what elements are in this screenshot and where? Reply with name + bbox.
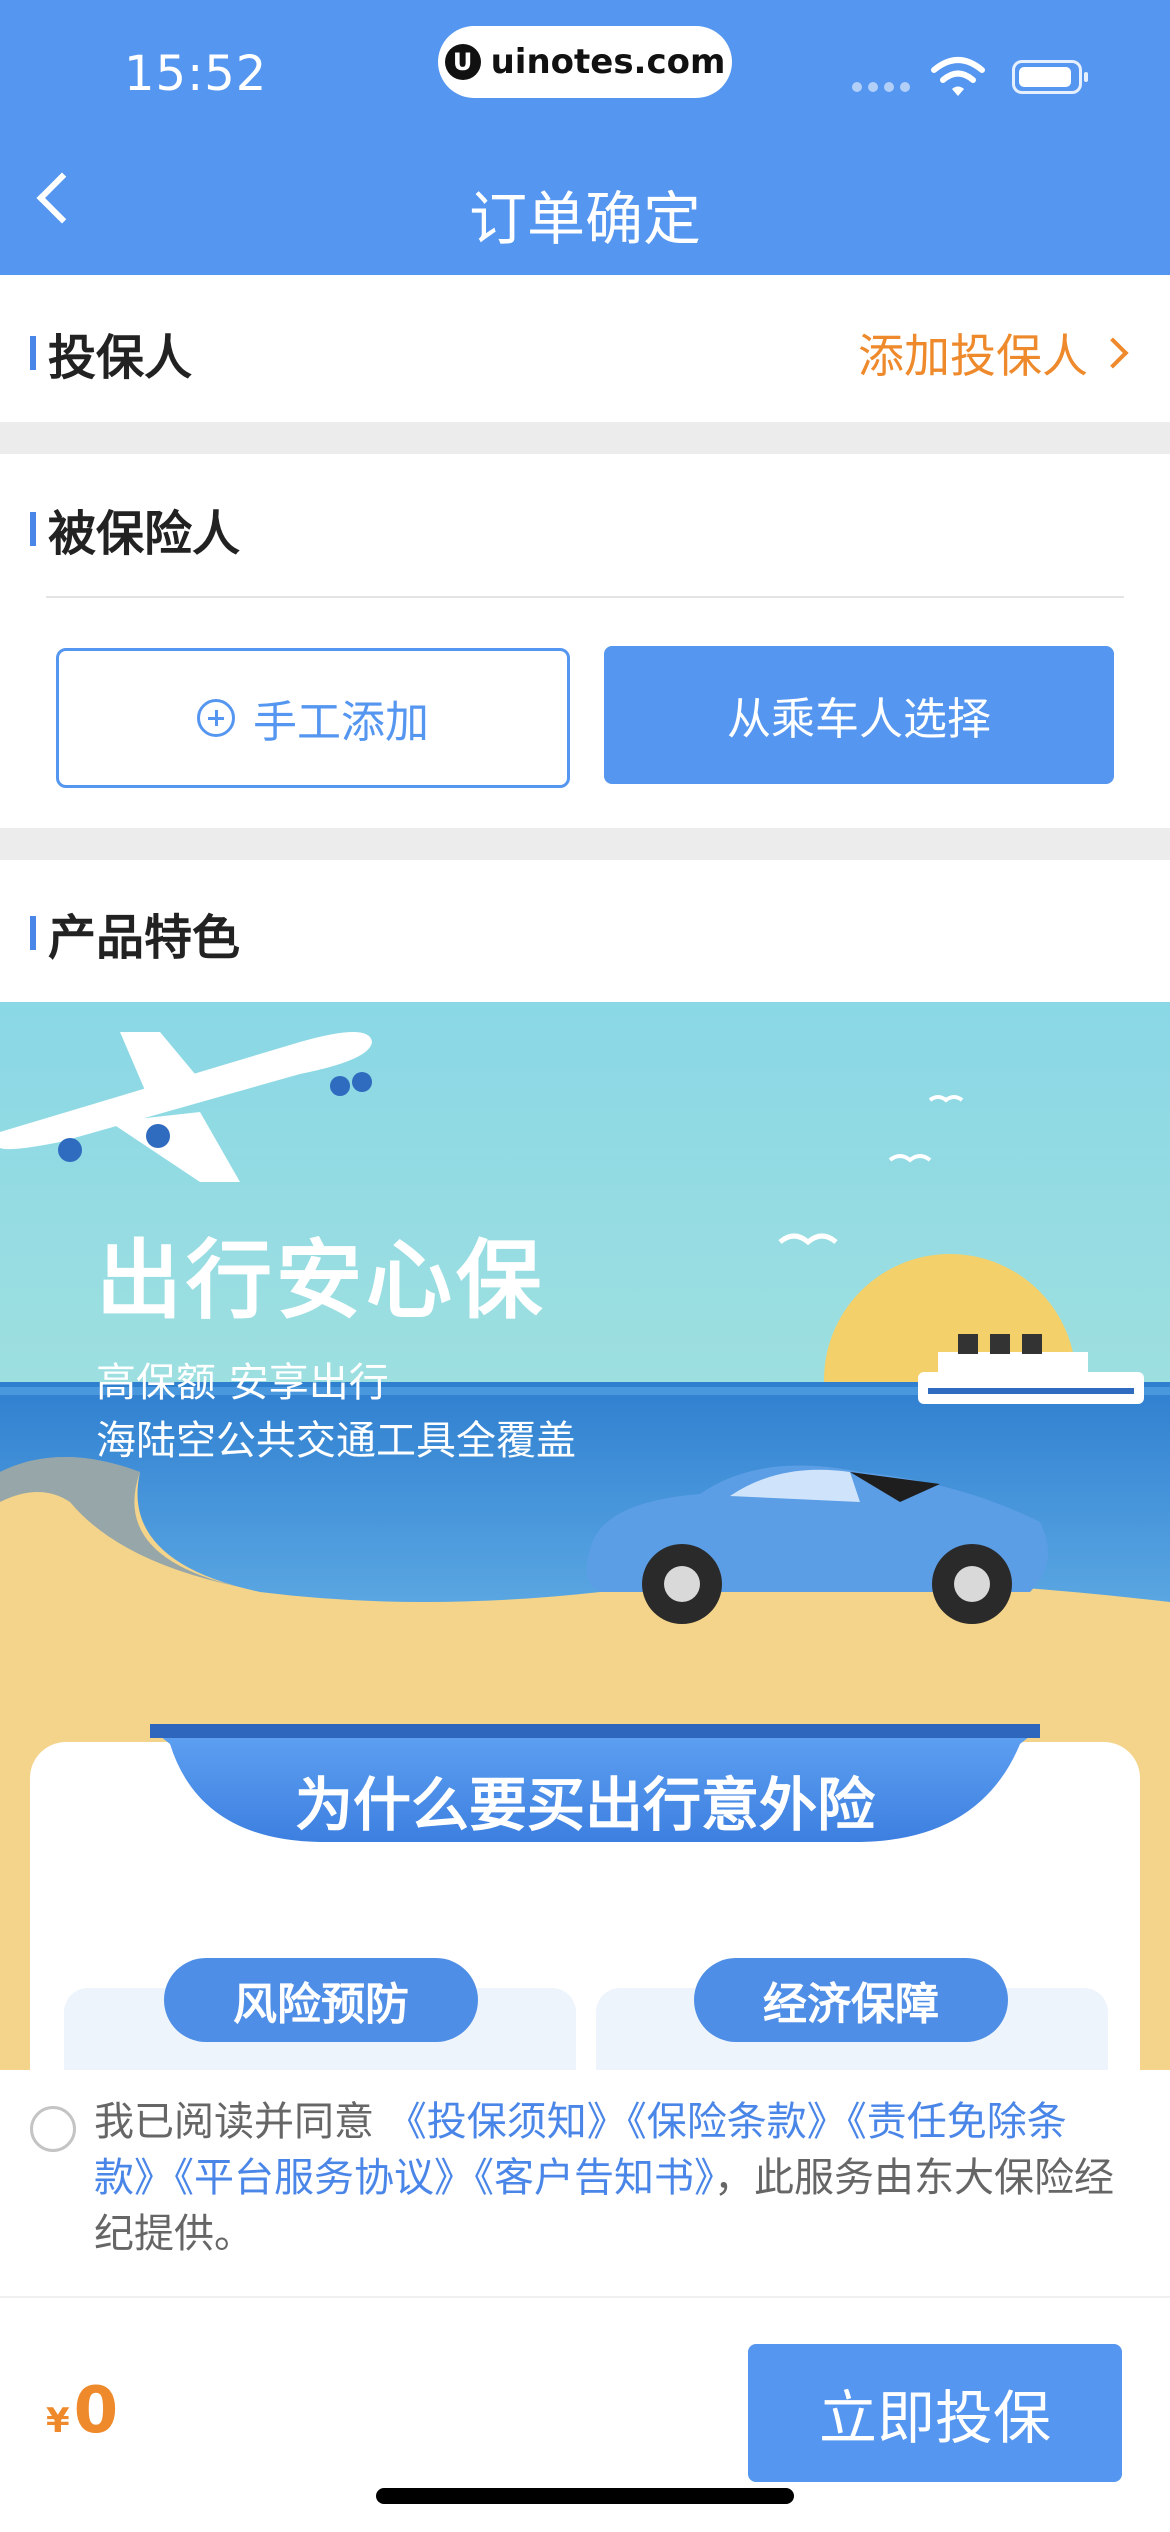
link-insurance-terms[interactable]: 《保险条款》	[627, 2099, 847, 2145]
section-gap	[0, 422, 1170, 454]
wifi-icon	[931, 57, 985, 96]
top-header: 15:52 U uinotes.com 订单确定	[0, 0, 1170, 275]
chevron-right-icon	[1097, 337, 1129, 369]
banner-subline-2: 海陆空公共交通工具全覆盖	[96, 1418, 576, 1464]
section-gap	[0, 828, 1170, 860]
manual-add-label: 手工添加	[253, 697, 429, 748]
banner-headline: 出行安心保	[96, 1231, 546, 1331]
features-label: 产品特色	[48, 910, 241, 966]
select-passenger-label: 从乘车人选择	[727, 694, 991, 745]
status-time: 15:52	[124, 46, 268, 102]
buy-now-button[interactable]: 立即投保	[748, 2344, 1122, 2482]
divider	[0, 2296, 1170, 2298]
agree-checkbox[interactable]	[30, 2106, 76, 2152]
link-customer-notice[interactable]: 《客户告知书》	[474, 2155, 714, 2201]
divider	[46, 596, 1124, 598]
link-insurance-notice[interactable]: 《投保须知》	[387, 2099, 627, 2145]
add-policy-holder-link[interactable]: 添加投保人	[858, 320, 1129, 386]
financial-protection-tag: 经济保障	[694, 1958, 1008, 2042]
select-passenger-button[interactable]: 从乘车人选择	[604, 646, 1114, 784]
site-logo-icon: U	[444, 44, 481, 80]
total-price: ¥ 0	[46, 2374, 118, 2448]
insured-label: 被保险人	[48, 506, 241, 562]
agreement-text: 我已阅读并同意 《投保须知》《保险条款》《责任免除条款》《平台服务协议》《客户告…	[94, 2094, 1124, 2262]
risk-prevention-tag: 风险预防	[164, 1958, 478, 2042]
battery-icon	[1012, 60, 1088, 94]
cellular-signal-icon	[852, 82, 910, 92]
plus-circle-icon	[197, 699, 235, 737]
why-buy-title: 为什么要买出行意外险	[294, 1771, 875, 1839]
url-text: uinotes.com	[490, 42, 726, 82]
agreement-prefix: 我已阅读并同意	[94, 2099, 374, 2145]
buy-now-label: 立即投保	[818, 2384, 1051, 2452]
insured-section-title: 被保险人	[30, 494, 240, 564]
policy-holder-label: 投保人	[48, 330, 193, 386]
section-marker	[30, 916, 36, 950]
price-value: 0	[73, 2374, 119, 2448]
features-section-title: 产品特色	[30, 898, 240, 968]
section-marker	[30, 336, 36, 370]
page-title: 订单确定	[468, 185, 701, 253]
manual-add-button[interactable]: 手工添加	[56, 648, 570, 788]
section-marker	[30, 512, 36, 546]
banner-subline-1: 高保额 安享出行	[96, 1360, 389, 1406]
product-banner-image	[0, 1002, 1170, 2070]
home-indicator[interactable]	[376, 2488, 794, 2504]
policy-holder-section-title: 投保人	[30, 318, 192, 388]
link-platform-agreement[interactable]: 《平台服务协议》	[174, 2155, 474, 2201]
url-pill[interactable]: U uinotes.com	[438, 26, 732, 98]
add-policy-holder-label: 添加投保人	[858, 329, 1088, 383]
currency-symbol: ¥	[46, 2401, 70, 2441]
